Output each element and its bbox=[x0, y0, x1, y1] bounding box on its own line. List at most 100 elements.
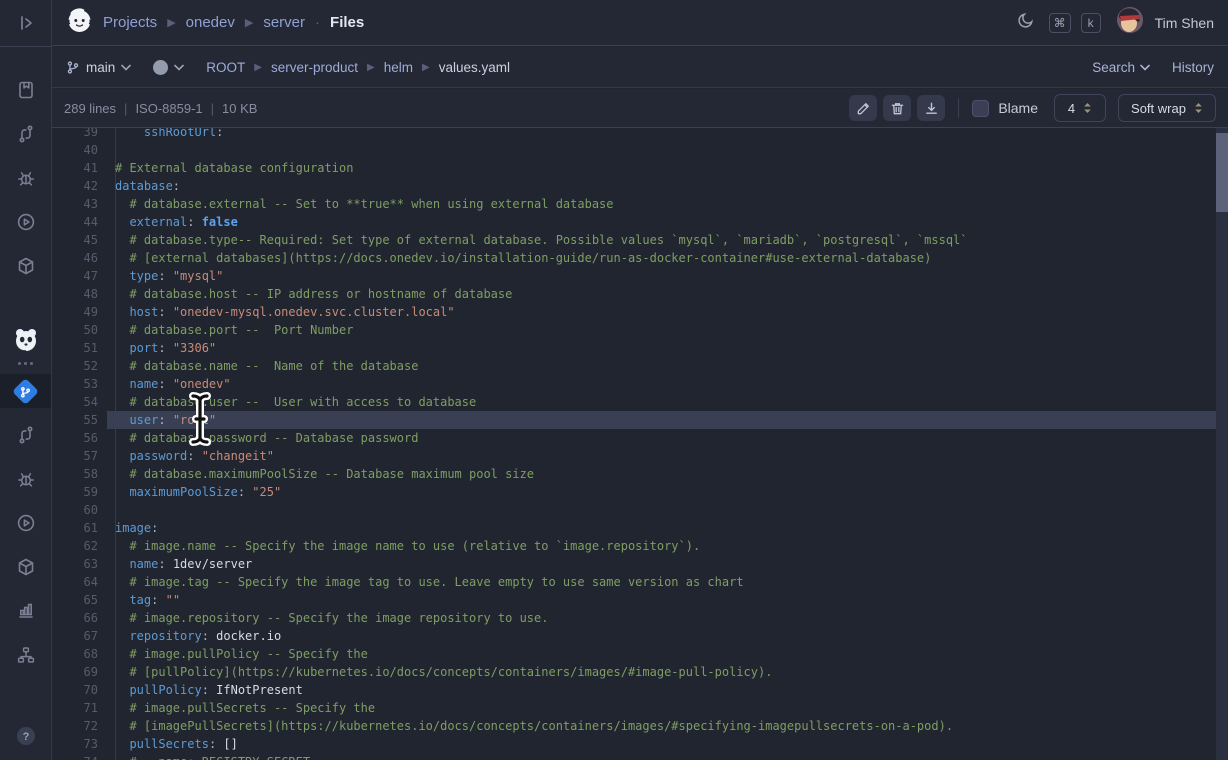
bug-icon[interactable] bbox=[0, 160, 51, 196]
line-number[interactable]: 59 bbox=[52, 483, 107, 501]
path-helm[interactable]: helm bbox=[384, 60, 413, 75]
line-number[interactable]: 69 bbox=[52, 663, 107, 681]
scrollbar-thumb[interactable] bbox=[1216, 133, 1228, 212]
expand-sidebar-icon[interactable] bbox=[0, 5, 51, 41]
code-line[interactable]: 55 user: "root" bbox=[52, 411, 1216, 429]
code-line[interactable]: 70 pullPolicy: IfNotPresent bbox=[52, 681, 1216, 699]
line-number[interactable]: 52 bbox=[52, 357, 107, 375]
line-number[interactable]: 54 bbox=[52, 393, 107, 411]
code-line[interactable]: 44 external: false bbox=[52, 213, 1216, 231]
line-number[interactable]: 55 bbox=[52, 411, 107, 429]
more-dots-icon[interactable] bbox=[0, 352, 51, 374]
code-line[interactable]: 58 # database.maximumPoolSize -- Databas… bbox=[52, 465, 1216, 483]
path-server-product[interactable]: server-product bbox=[271, 60, 358, 75]
line-number[interactable]: 65 bbox=[52, 591, 107, 609]
line-number[interactable]: 47 bbox=[52, 267, 107, 285]
code-line[interactable]: 74 # - name: REGISTRY-SECRET bbox=[52, 753, 1216, 760]
download-button[interactable] bbox=[917, 95, 945, 121]
line-number[interactable]: 63 bbox=[52, 555, 107, 573]
code-line[interactable]: 53 name: "onedev" bbox=[52, 375, 1216, 393]
breadcrumb-projects[interactable]: Projects bbox=[103, 14, 157, 31]
line-number[interactable]: 67 bbox=[52, 627, 107, 645]
package-icon[interactable] bbox=[0, 248, 51, 284]
code-line[interactable]: 43 # database.external -- Set to **true*… bbox=[52, 195, 1216, 213]
code-line[interactable]: 62 # image.name -- Specify the image nam… bbox=[52, 537, 1216, 555]
code-line[interactable]: 59 maximumPoolSize: "25" bbox=[52, 483, 1216, 501]
code-line[interactable]: 65 tag: "" bbox=[52, 591, 1216, 609]
code-line[interactable]: 49 host: "onedev-mysql.onedev.svc.cluste… bbox=[52, 303, 1216, 321]
code-line[interactable]: 60 bbox=[52, 501, 1216, 519]
line-number[interactable]: 51 bbox=[52, 339, 107, 357]
line-number[interactable]: 41 bbox=[52, 159, 107, 177]
code-line[interactable]: 61image: bbox=[52, 519, 1216, 537]
line-number[interactable]: 58 bbox=[52, 465, 107, 483]
code-line[interactable]: 66 # image.repository -- Specify the ima… bbox=[52, 609, 1216, 627]
code-line[interactable]: 68 # image.pullPolicy -- Specify the bbox=[52, 645, 1216, 663]
delete-button[interactable] bbox=[883, 95, 911, 121]
hierarchy-icon[interactable] bbox=[0, 637, 51, 673]
code-line[interactable]: 41# External database configuration bbox=[52, 159, 1216, 177]
pull-request-icon[interactable] bbox=[0, 417, 51, 453]
line-number[interactable]: 49 bbox=[52, 303, 107, 321]
branch-selector[interactable]: main bbox=[66, 60, 131, 75]
user-name[interactable]: Tim Shen bbox=[1155, 15, 1214, 31]
line-number[interactable]: 43 bbox=[52, 195, 107, 213]
line-number[interactable]: 60 bbox=[52, 501, 107, 519]
code-line[interactable]: 56 # database.password -- Database passw… bbox=[52, 429, 1216, 447]
files-active-icon[interactable] bbox=[0, 373, 51, 409]
code-line[interactable]: 71 # image.pullSecrets -- Specify the bbox=[52, 699, 1216, 717]
line-number[interactable]: 73 bbox=[52, 735, 107, 753]
tab-size-select[interactable]: 4 bbox=[1054, 94, 1106, 122]
onedev-logo-icon[interactable] bbox=[66, 7, 93, 39]
line-number[interactable]: 48 bbox=[52, 285, 107, 303]
revision-selector[interactable] bbox=[153, 60, 184, 75]
line-number[interactable]: 44 bbox=[52, 213, 107, 231]
stats-icon[interactable] bbox=[0, 592, 51, 628]
code-line[interactable]: 54 # database.user -- User with access t… bbox=[52, 393, 1216, 411]
line-number[interactable]: 70 bbox=[52, 681, 107, 699]
code-line[interactable]: 48 # database.host -- IP address or host… bbox=[52, 285, 1216, 303]
line-number[interactable]: 50 bbox=[52, 321, 107, 339]
line-number[interactable]: 45 bbox=[52, 231, 107, 249]
search-menu[interactable]: Search bbox=[1092, 60, 1150, 75]
line-number[interactable]: 42 bbox=[52, 177, 107, 195]
line-number[interactable]: 56 bbox=[52, 429, 107, 447]
code-line[interactable]: 50 # database.port -- Port Number bbox=[52, 321, 1216, 339]
code-docs-icon[interactable] bbox=[0, 72, 51, 108]
line-number[interactable]: 66 bbox=[52, 609, 107, 627]
line-number[interactable]: 62 bbox=[52, 537, 107, 555]
history-link[interactable]: History bbox=[1172, 60, 1214, 75]
code-line[interactable]: 42database: bbox=[52, 177, 1216, 195]
code-line[interactable]: 69 # [pullPolicy](https://kubernetes.io/… bbox=[52, 663, 1216, 681]
line-number[interactable]: 74 bbox=[52, 753, 107, 760]
code-editor[interactable]: 39 sshRootUrl:4041# External database co… bbox=[52, 128, 1228, 760]
line-number[interactable]: 61 bbox=[52, 519, 107, 537]
package-icon[interactable] bbox=[0, 549, 51, 585]
code-line[interactable]: 73 pullSecrets: [] bbox=[52, 735, 1216, 753]
code-line[interactable]: 64 # image.tag -- Specify the image tag … bbox=[52, 573, 1216, 591]
code-line[interactable]: 63 name: 1dev/server bbox=[52, 555, 1216, 573]
line-number[interactable]: 39 bbox=[52, 128, 107, 141]
line-number[interactable]: 53 bbox=[52, 375, 107, 393]
line-number[interactable]: 46 bbox=[52, 249, 107, 267]
path-root[interactable]: ROOT bbox=[206, 60, 245, 75]
play-builds-icon[interactable] bbox=[0, 505, 51, 541]
dark-mode-moon-icon[interactable] bbox=[1017, 11, 1035, 34]
line-number[interactable]: 68 bbox=[52, 645, 107, 663]
code-line[interactable]: 45 # database.type-- Required: Set type … bbox=[52, 231, 1216, 249]
scrollbar-track[interactable] bbox=[1216, 128, 1228, 760]
line-number[interactable]: 71 bbox=[52, 699, 107, 717]
code-line[interactable]: 72 # [imagePullSecrets](https://kubernet… bbox=[52, 717, 1216, 735]
line-number[interactable]: 72 bbox=[52, 717, 107, 735]
code-line[interactable]: 46 # [external databases](https://docs.o… bbox=[52, 249, 1216, 267]
line-number[interactable]: 57 bbox=[52, 447, 107, 465]
code-line[interactable]: 40 bbox=[52, 141, 1216, 159]
code-line[interactable]: 67 repository: docker.io bbox=[52, 627, 1216, 645]
code-line[interactable]: 57 password: "changeit" bbox=[52, 447, 1216, 465]
edit-button[interactable] bbox=[849, 95, 877, 121]
code-line[interactable]: 47 type: "mysql" bbox=[52, 267, 1216, 285]
line-number[interactable]: 40 bbox=[52, 141, 107, 159]
breadcrumb-onedev[interactable]: onedev bbox=[186, 14, 235, 31]
bug-icon[interactable] bbox=[0, 461, 51, 497]
pull-request-icon[interactable] bbox=[0, 116, 51, 152]
